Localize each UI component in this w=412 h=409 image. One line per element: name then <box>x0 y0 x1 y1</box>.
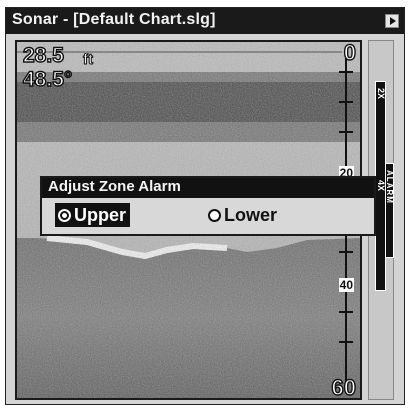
lower-radio-option[interactable]: Lower <box>205 203 281 227</box>
depth-readout: 28.5 <box>22 43 64 67</box>
dialog-title-bar: Adjust Zone Alarm <box>42 178 374 198</box>
depth-scale-top: 0 <box>343 40 357 66</box>
depth-scale-40: 40 <box>338 278 354 292</box>
zoom-2x-label: 2X <box>376 88 386 100</box>
depth-scale-bottom: 60 <box>331 374 357 400</box>
lower-option-label: Lower <box>224 204 278 225</box>
radio-selected-icon[interactable] <box>58 208 71 222</box>
dialog-title: Adjust Zone Alarm <box>48 178 181 195</box>
depth-unit: ft <box>83 51 94 69</box>
radio-unselected-icon[interactable] <box>208 208 221 222</box>
temperature-readout: 48.5° <box>22 67 73 91</box>
play-triangle-icon[interactable] <box>385 14 399 28</box>
upper-radio-option[interactable]: Upper <box>55 203 131 227</box>
zone-alarm-bar[interactable]: ALARM <box>385 163 394 258</box>
window-title-bar[interactable]: Sonar - [Default Chart.slg] <box>6 8 404 34</box>
window-title: Sonar - [Default Chart.slg] <box>12 11 216 28</box>
upper-option-label: Upper <box>74 204 127 225</box>
alarm-label: ALARM <box>385 170 394 204</box>
adjust-zone-alarm-dialog: Adjust Zone Alarm Upper Lower <box>40 176 376 236</box>
